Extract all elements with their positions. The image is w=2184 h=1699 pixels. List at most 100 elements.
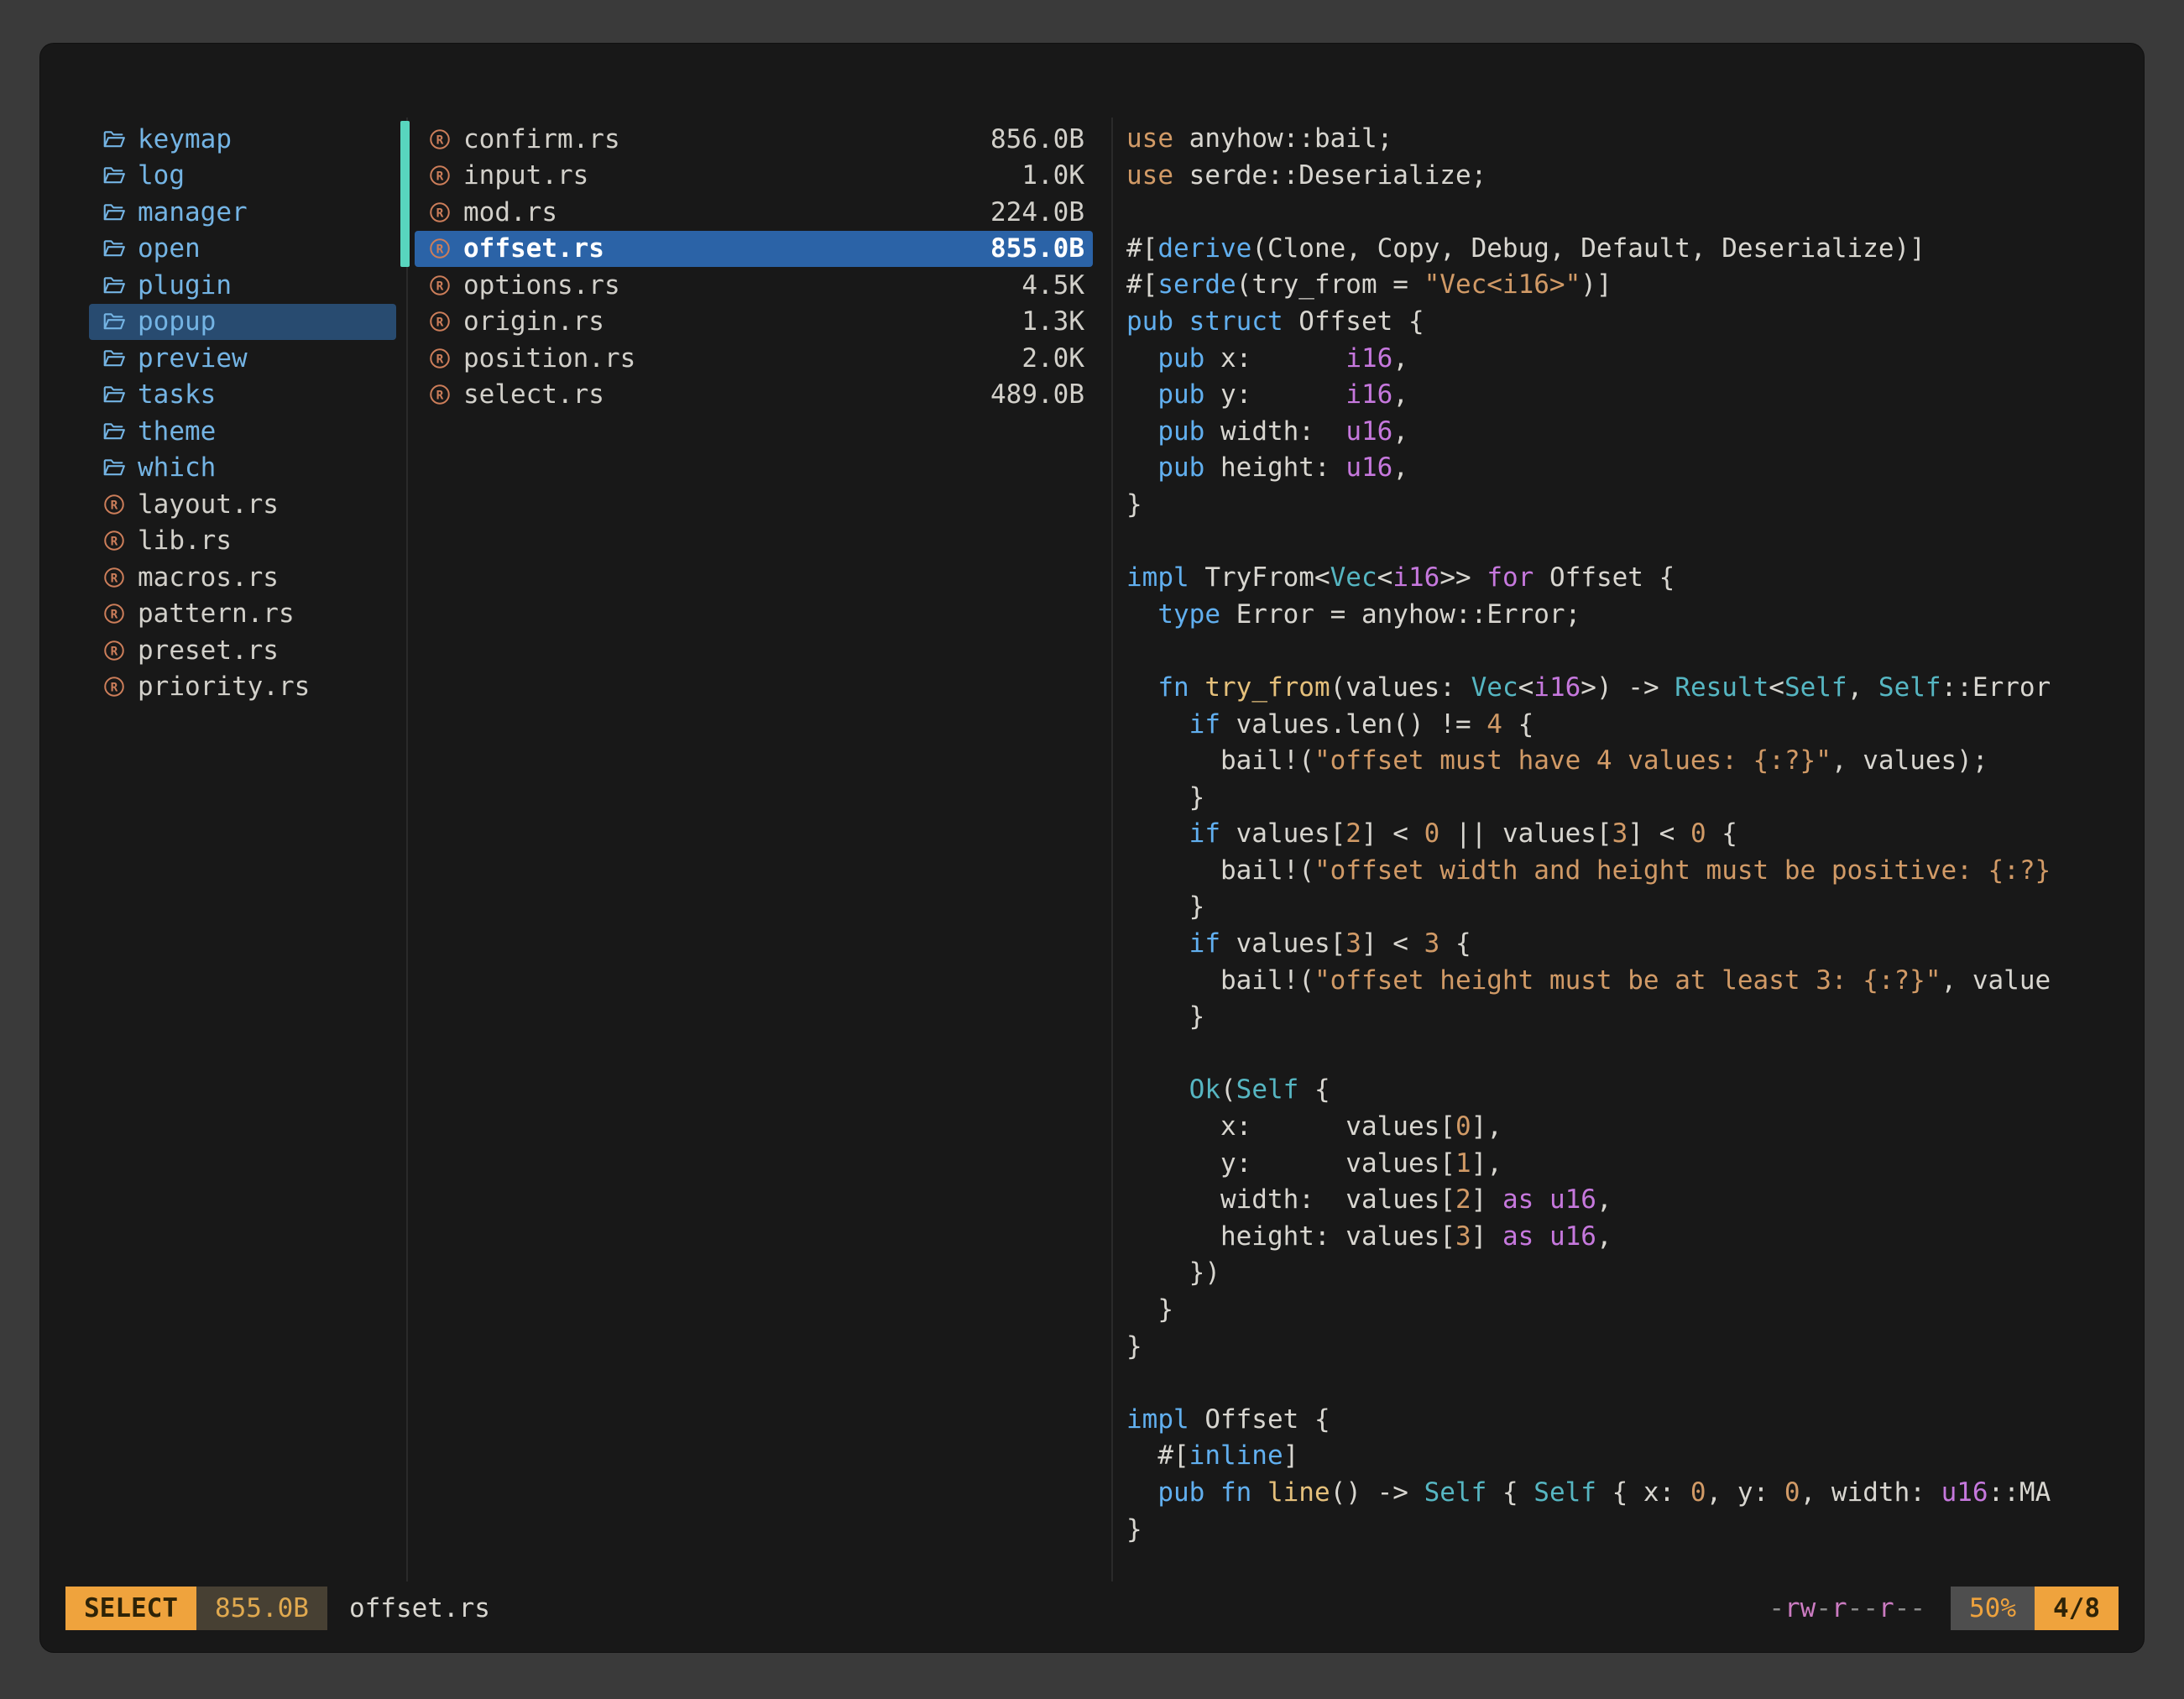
permission-segment: - xyxy=(1769,1593,1784,1623)
code-line: type Error = anyhow::Error; xyxy=(1126,597,2120,634)
sidebar-file-preset.rs[interactable]: R preset.rs xyxy=(89,632,396,669)
sidebar-dir-manager[interactable]: manager xyxy=(89,194,396,231)
dir-label: manager xyxy=(138,197,248,227)
file-manager-window: keymap log manager open plugin popup pre… xyxy=(40,44,2144,1652)
file-label: priority.rs xyxy=(138,672,310,702)
code-line xyxy=(1126,633,2120,670)
dir-label: preview xyxy=(138,343,248,374)
file-name: origin.rs xyxy=(463,306,604,337)
code-line: bail!("offset width and height must be p… xyxy=(1126,853,2120,890)
dir-label: theme xyxy=(138,416,216,447)
file-list-scrollbar[interactable] xyxy=(400,121,410,267)
sidebar-file-pattern.rs[interactable]: R pattern.rs xyxy=(89,596,396,633)
svg-text:R: R xyxy=(111,536,118,549)
rust-file-icon: R xyxy=(97,528,131,553)
file-size: 489.0B xyxy=(990,379,1084,410)
sidebar-dir-preview[interactable]: preview xyxy=(89,340,396,377)
file-row-origin.rs[interactable]: R origin.rs1.3K xyxy=(415,304,1093,341)
code-line: height: values[3] as u16, xyxy=(1126,1219,2120,1256)
file-row-confirm.rs[interactable]: R confirm.rs856.0B xyxy=(415,121,1093,158)
sidebar-file-layout.rs[interactable]: R layout.rs xyxy=(89,486,396,523)
file-label: macros.rs xyxy=(138,562,279,593)
file-size: 855.0B xyxy=(990,233,1084,264)
file-size-badge: 855.0B xyxy=(196,1587,327,1630)
file-name: options.rs xyxy=(463,270,620,301)
svg-text:R: R xyxy=(436,316,444,330)
file-row-select.rs[interactable]: R select.rs 489.0B xyxy=(415,377,1093,414)
sidebar-dir-popup[interactable]: popup xyxy=(89,304,396,341)
code-line: y: values[1], xyxy=(1126,1146,2120,1183)
sidebar-dir-keymap[interactable]: keymap xyxy=(89,121,396,158)
code-line: bail!("offset must have 4 values: {:?}",… xyxy=(1126,743,2120,780)
file-name: position.rs xyxy=(463,343,635,374)
code-lines: use anyhow::bail;use serde::Deserialize;… xyxy=(1126,121,2120,1548)
file-row-options.rs[interactable]: R options.rs4.5K xyxy=(415,267,1093,304)
status-right: -rw-r--r-- 50% 4/8 xyxy=(1769,1587,2119,1630)
dir-label: log xyxy=(138,160,185,191)
permission-segment: r xyxy=(1878,1593,1894,1623)
code-line xyxy=(1126,194,2120,231)
sidebar-file-priority.rs[interactable]: R priority.rs xyxy=(89,669,396,706)
file-label: layout.rs xyxy=(138,489,279,520)
code-line: fn try_from(values: Vec<i16>) -> Result<… xyxy=(1126,670,2120,707)
rust-file-icon: R xyxy=(423,200,457,225)
file-label: preset.rs xyxy=(138,635,279,666)
code-line: x: values[0], xyxy=(1126,1109,2120,1146)
dir-label: plugin xyxy=(138,270,232,301)
status-bar: SELECT 855.0B offset.rs -rw-r--r-- 50% 4… xyxy=(65,1587,2119,1630)
folder-icon xyxy=(97,309,131,334)
svg-text:R: R xyxy=(111,645,118,658)
sidebar-dir-open[interactable]: open xyxy=(89,231,396,268)
scroll-percent-badge: 50% xyxy=(1951,1587,2035,1630)
code-line: pub height: u16, xyxy=(1126,450,2120,487)
rust-file-icon: R xyxy=(97,601,131,626)
permission-segment: - xyxy=(1816,1593,1831,1623)
code-line: #[serde(try_from = "Vec<i16>")] xyxy=(1126,267,2120,304)
rust-file-icon: R xyxy=(423,309,457,334)
code-line: use serde::Deserialize; xyxy=(1126,158,2120,195)
sidebar-file-macros.rs[interactable]: R macros.rs xyxy=(89,559,396,596)
svg-text:R: R xyxy=(436,280,444,293)
rust-file-icon: R xyxy=(423,382,457,407)
code-line: if values[2] < 0 || values[3] < 0 { xyxy=(1126,816,2120,853)
file-label: lib.rs xyxy=(138,525,232,556)
code-line: Ok(Self { xyxy=(1126,1072,2120,1109)
sidebar-dir-which[interactable]: which xyxy=(89,450,396,487)
file-size: 2.0K xyxy=(1021,343,1084,374)
sidebar-dir-theme[interactable]: theme xyxy=(89,413,396,450)
rust-file-icon: R xyxy=(97,565,131,590)
dir-label: open xyxy=(138,233,201,264)
code-line xyxy=(1126,1365,2120,1402)
permission-segment: -- xyxy=(1894,1593,1925,1623)
sidebar-dir-log[interactable]: log xyxy=(89,158,396,195)
file-row-mod.rs[interactable]: R mod.rs224.0B xyxy=(415,194,1093,231)
sidebar-dir-plugin[interactable]: plugin xyxy=(89,267,396,304)
file-name: select.rs xyxy=(463,379,604,410)
rust-file-icon: R xyxy=(423,127,457,152)
code-line: pub y: i16, xyxy=(1126,377,2120,414)
preview-pane[interactable]: use anyhow::bail;use serde::Deserialize;… xyxy=(1126,121,2120,1583)
file-row-position.rs[interactable]: R position.rs2.0K xyxy=(415,340,1093,377)
file-label: pattern.rs xyxy=(138,599,295,629)
folder-icon xyxy=(97,200,131,225)
dir-label: tasks xyxy=(138,379,216,410)
parent-directory-pane: keymap log manager open plugin popup pre… xyxy=(89,121,396,705)
cursor-position-badge: 4/8 xyxy=(2035,1587,2119,1630)
code-line: width: values[2] as u16, xyxy=(1126,1182,2120,1219)
file-name: mod.rs xyxy=(463,197,557,227)
file-row-offset.rs[interactable]: R offset.rs855.0B xyxy=(415,231,1093,268)
file-size: 1.0K xyxy=(1021,160,1084,191)
code-line: pub struct Offset { xyxy=(1126,304,2120,341)
dir-label: keymap xyxy=(138,124,232,154)
rust-file-icon: R xyxy=(423,163,457,188)
file-permissions: -rw-r--r-- xyxy=(1769,1593,1925,1623)
folder-icon xyxy=(97,382,131,407)
file-row-input.rs[interactable]: R input.rs1.0K xyxy=(415,158,1093,195)
rust-file-icon: R xyxy=(97,492,131,517)
sidebar-dir-tasks[interactable]: tasks xyxy=(89,377,396,414)
pane-divider-right xyxy=(1111,118,1113,1581)
folder-icon xyxy=(97,455,131,480)
file-name: confirm.rs xyxy=(463,124,620,154)
sidebar-file-lib.rs[interactable]: R lib.rs xyxy=(89,523,396,560)
code-line: } xyxy=(1126,889,2120,926)
